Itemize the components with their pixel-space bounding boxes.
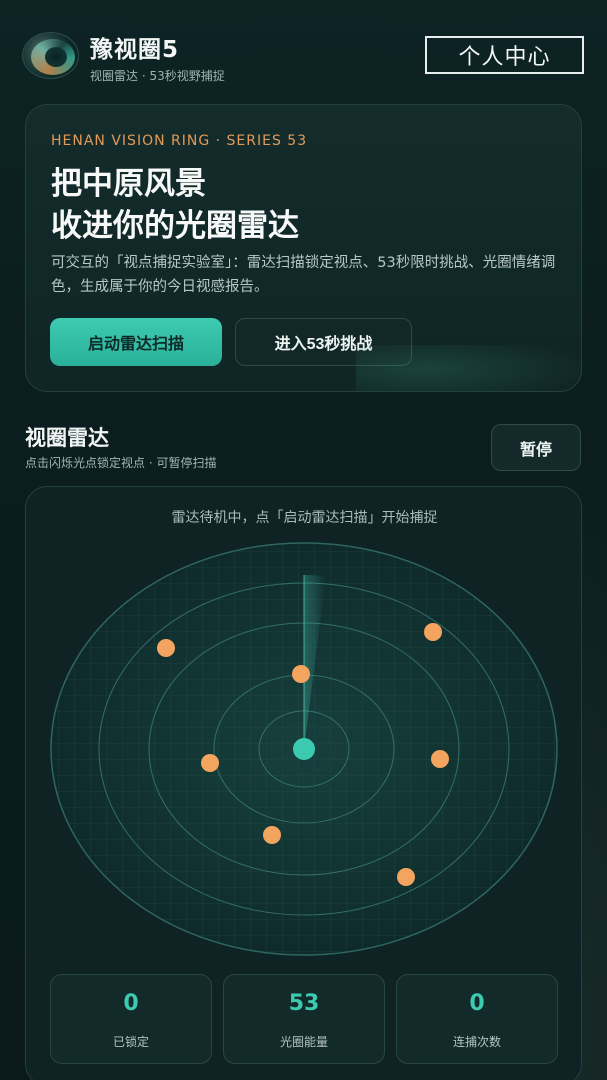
- stat-locked: 0 已锁定: [50, 974, 212, 1064]
- stat-combo-value: 0: [469, 991, 485, 1016]
- hero-title-line-1: 把中原风景: [51, 166, 206, 202]
- radar-point[interactable]: [397, 868, 415, 886]
- radar-point[interactable]: [157, 639, 175, 657]
- app-logo-icon: [22, 32, 79, 79]
- hero-kicker: HENAN VISION RING · SERIES 53: [51, 133, 308, 149]
- start-radar-scan-button[interactable]: 启动雷达扫描: [50, 318, 222, 366]
- enter-53s-challenge-button[interactable]: 进入53秒挑战: [235, 318, 412, 366]
- stat-energy-label: 光圈能量: [279, 1035, 328, 1049]
- hero-card: HENAN VISION RING · SERIES 53 把中原风景 收进你的…: [25, 104, 582, 392]
- stat-combo-label: 连捕次数: [452, 1035, 501, 1049]
- profile-center-button[interactable]: 个人中心: [425, 36, 584, 74]
- hero-title: 把中原风景 收进你的光圈雷达: [51, 163, 299, 247]
- radar-section-title: 视圈雷达: [25, 426, 109, 450]
- radar-card: 雷达待机中，点「启动雷达扫描」开始捕捉 0 已锁定 53 光圈能量 0 连捕次数: [25, 486, 582, 1080]
- radar-point[interactable]: [424, 623, 442, 641]
- radar-point[interactable]: [201, 754, 219, 772]
- stat-combo: 0 连捕次数: [396, 974, 558, 1064]
- brand-title: 豫视圈5: [90, 37, 180, 63]
- radar-display[interactable]: [26, 487, 583, 967]
- stat-locked-value: 0: [123, 991, 139, 1016]
- radar-status-text: 雷达待机中，点「启动雷达扫描」开始捕捉: [171, 510, 438, 526]
- radar-point[interactable]: [431, 750, 449, 768]
- hero-description: 可交互的「视点捕捉实验室」：雷达扫描锁定视点、53秒限时挑战、光圈情绪调色，生成…: [51, 255, 556, 295]
- radar-point[interactable]: [292, 665, 310, 683]
- radar-section-subtitle: 点击闪烁光点锁定视点 · 可暂停扫描: [25, 456, 217, 470]
- radar-center-dot: [293, 738, 315, 760]
- stat-aperture-energy: 53 光圈能量: [223, 974, 385, 1064]
- pause-button[interactable]: 暂停: [491, 424, 581, 471]
- stat-energy-value: 53: [288, 991, 320, 1016]
- radar-point[interactable]: [263, 826, 281, 844]
- hero-title-line-2: 收进你的光圈雷达: [51, 208, 299, 244]
- stat-locked-label: 已锁定: [112, 1035, 149, 1049]
- brand-subtitle: 视圈雷达 · 53秒视野捕捉: [90, 69, 225, 83]
- app-header: 豫视圈5 视圈雷达 · 53秒视野捕捉 个人中心: [22, 30, 584, 84]
- page: 豫视圈5 视圈雷达 · 53秒视野捕捉 个人中心 HENAN VISION RI…: [0, 0, 607, 1080]
